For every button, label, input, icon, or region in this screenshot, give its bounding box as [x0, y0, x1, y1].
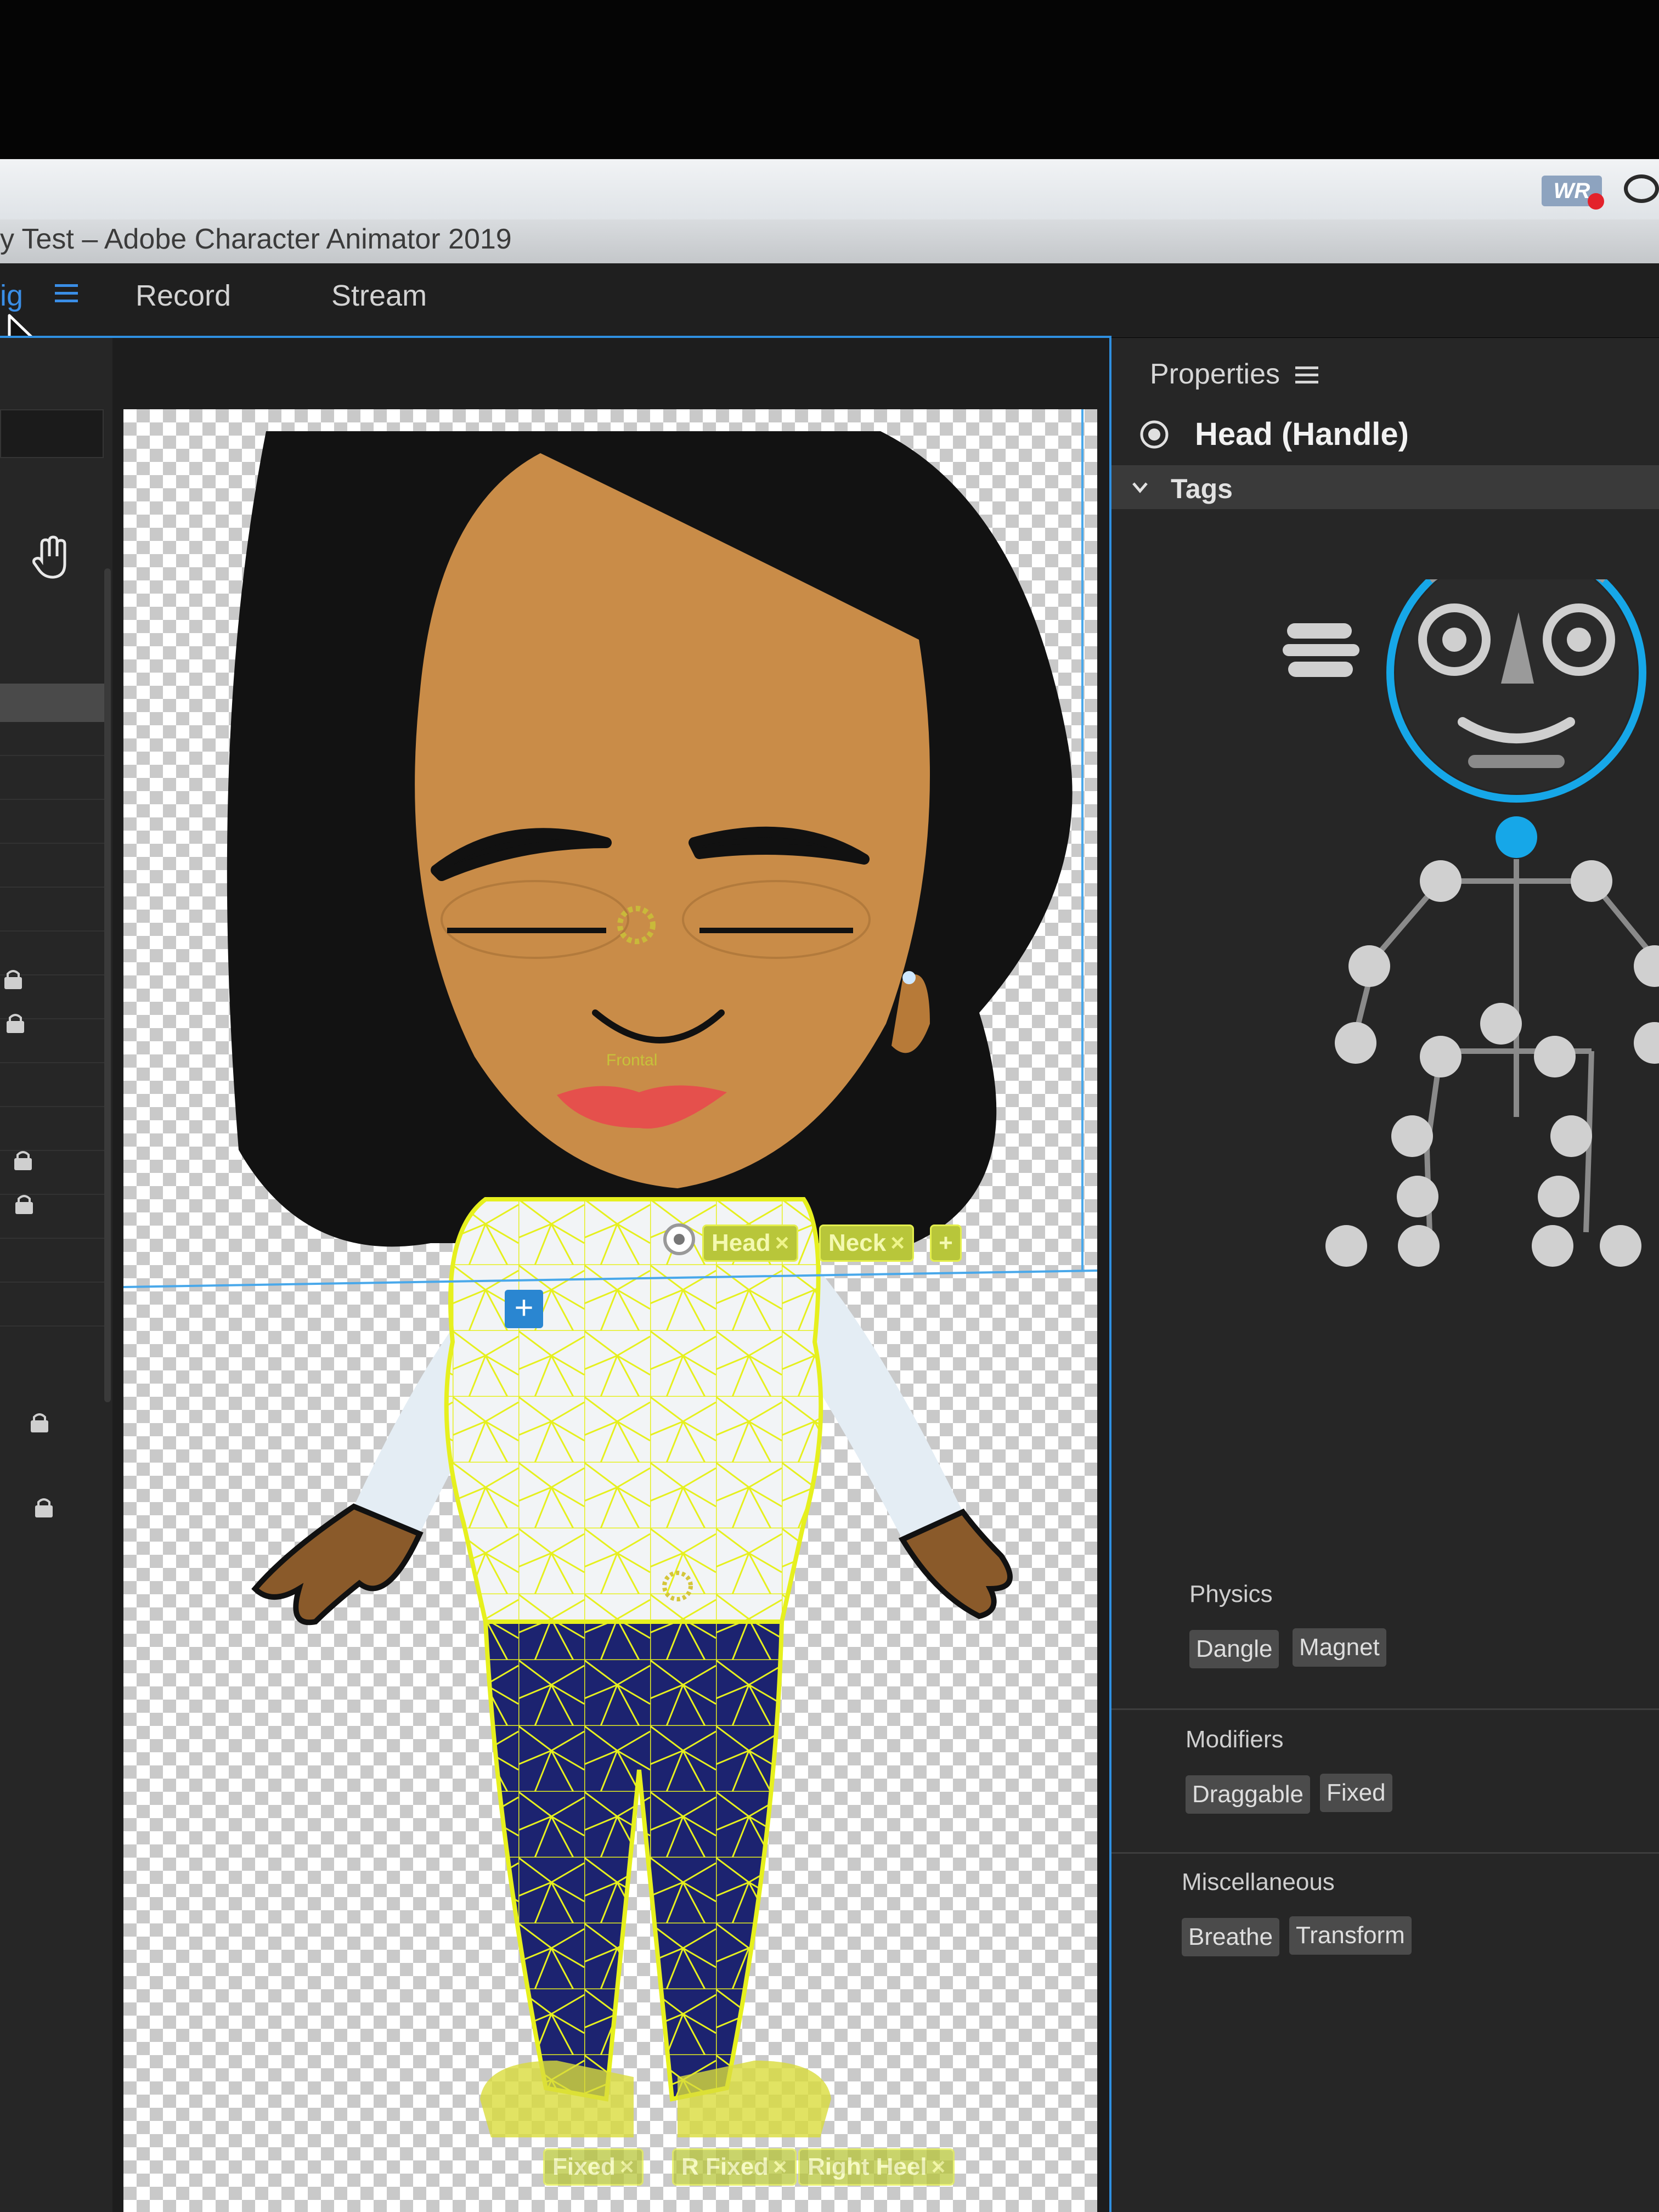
window-title: y Test – Adobe Character Animator 2019	[0, 223, 512, 255]
tag-chip-label: Right Heel	[808, 2153, 927, 2180]
recording-dot-icon	[1588, 193, 1604, 210]
properties-title: Properties	[1150, 358, 1280, 390]
body-tag-diagram[interactable]	[1111, 579, 1659, 1600]
tag-chip-label: R Fixed	[681, 2153, 769, 2180]
layer-lock-icon[interactable]	[1, 967, 25, 991]
layer-lock-icon[interactable]	[32, 1496, 56, 1520]
tag-button-fixed[interactable]: Fixed	[1320, 1774, 1392, 1812]
tag-chip-label: Fixed	[552, 2153, 616, 2180]
tab-record[interactable]: Record	[136, 279, 231, 313]
profile-tag-icon	[1283, 623, 1359, 677]
group-divider	[1111, 1852, 1659, 1854]
layer-row-divider	[0, 1325, 104, 1327]
selected-handle-name: Head (Handle)	[1195, 416, 1409, 452]
miscellaneous-group-title: Miscellaneous	[1182, 1869, 1335, 1895]
modifiers-group-title: Modifiers	[1186, 1726, 1284, 1753]
frontal-handle-label: Frontal	[606, 1051, 658, 1069]
tag-button-draggable[interactable]: Draggable	[1186, 1775, 1311, 1814]
recording-icon-label: WR	[1553, 179, 1590, 203]
remove-tag-icon[interactable]: ×	[775, 1229, 789, 1256]
group-divider	[1111, 1708, 1659, 1710]
layer-row-divider	[0, 1062, 104, 1063]
panel-menu-icon[interactable]	[1295, 365, 1318, 385]
tab-stream[interactable]: Stream	[331, 279, 427, 313]
add-tag-button[interactable]: +	[930, 1224, 962, 1262]
screen-recording-icon[interactable]: WR	[1542, 176, 1604, 210]
properties-panel: Properties Head (Handle) Tags Physics Da…	[1111, 338, 1659, 2212]
layer-row-divider	[0, 1282, 104, 1283]
remove-tag-icon[interactable]: ×	[890, 1229, 905, 1256]
creative-cloud-icon[interactable]	[1624, 174, 1659, 203]
layer-row-divider	[0, 843, 104, 844]
remove-tag-icon[interactable]: ×	[620, 2153, 634, 2180]
hierarchy-search-field[interactable]	[0, 409, 104, 458]
scene-canvas[interactable]: Frontal Head × Neck × + Fixed × R Fixed × Ri…	[123, 409, 1097, 2212]
tag-chip-label: Head	[712, 1229, 771, 1256]
tags-section-header[interactable]: Tags	[1111, 465, 1659, 509]
tags-section-title: Tags	[1171, 473, 1233, 504]
selected-layer-row[interactable]	[0, 684, 104, 722]
dragger-hand-icon[interactable]	[32, 535, 70, 579]
tag-button-dangle[interactable]: Dangle	[1189, 1630, 1279, 1668]
hierarchy-scrollbar[interactable]	[104, 568, 111, 1402]
layer-row-divider	[0, 1238, 104, 1239]
tag-button-transform[interactable]: Transform	[1289, 1916, 1412, 1955]
layer-row-divider	[0, 1106, 104, 1107]
character-puppet[interactable]	[123, 409, 1097, 2212]
layer-row-divider	[0, 799, 104, 800]
layer-lock-icon[interactable]	[12, 1192, 36, 1216]
physics-group-title: Physics	[1189, 1581, 1273, 1607]
tab-rig[interactable]: ig	[0, 279, 23, 313]
scene-panel: Frontal Head × Neck × + Fixed × R Fixed × Ri…	[112, 338, 1109, 2212]
remove-tag-icon[interactable]: ×	[773, 2153, 787, 2180]
tag-button-magnet[interactable]: Magnet	[1293, 1628, 1386, 1667]
tag-chip-fixed[interactable]: Fixed ×	[543, 2148, 644, 2186]
tag-chip-r-fixed[interactable]: R Fixed ×	[672, 2148, 797, 2186]
chevron-down-icon[interactable]	[1130, 477, 1150, 497]
layer-lock-icon[interactable]	[11, 1148, 35, 1172]
layer-row-divider	[0, 930, 104, 932]
macos-menu-bar: WR	[0, 159, 1659, 219]
add-handle-button[interactable]: +	[505, 1290, 543, 1328]
tag-chip-right-heel[interactable]: Right Heel ×	[798, 2148, 955, 2186]
rig-hierarchy-panel	[0, 338, 112, 2212]
tag-chip-label: Neck	[828, 1229, 887, 1256]
window-title-bar: y Test – Adobe Character Animator 2019	[0, 219, 1659, 263]
remove-tag-icon[interactable]: ×	[932, 2153, 946, 2180]
tag-button-breathe[interactable]: Breathe	[1182, 1918, 1280, 1956]
layer-row-divider	[0, 755, 104, 756]
layer-row-divider	[0, 887, 104, 888]
workspace-bar: ig Record Stream	[0, 263, 1659, 337]
handle-icon	[1140, 420, 1169, 449]
layer-lock-icon[interactable]	[27, 1410, 52, 1435]
tag-chip-neck[interactable]: Neck ×	[819, 1224, 914, 1262]
layer-lock-icon[interactable]	[3, 1011, 27, 1035]
tag-chip-head[interactable]: Head ×	[702, 1224, 799, 1262]
workspace-menu-icon[interactable]	[55, 283, 78, 304]
